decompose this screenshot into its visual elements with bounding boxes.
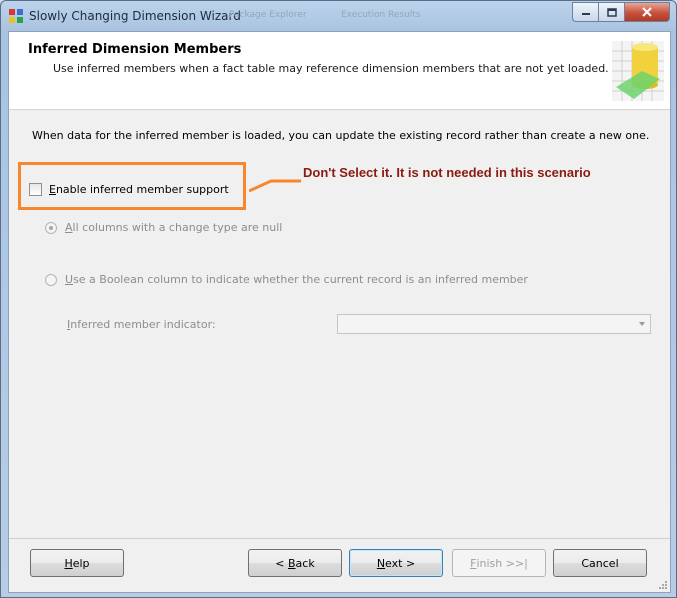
annotation-connector [249,179,301,193]
close-button[interactable] [624,2,670,22]
wizard-client: Inferred Dimension Members Use inferred … [8,31,671,593]
page-title: Inferred Dimension Members [28,42,242,57]
radio-all-columns-null-label: All columns with a change type are null [65,221,283,234]
inferred-indicator-dropdown[interactable] [337,314,651,334]
chevron-down-icon [639,322,645,326]
app-icon [9,9,23,23]
maximize-button[interactable] [598,2,624,22]
minimize-button[interactable] [572,2,598,22]
enable-inferred-checkbox[interactable] [29,183,42,196]
annotation-callout: Don't Select it. It is not needed in thi… [303,165,591,180]
maximize-icon [606,7,617,17]
back-button[interactable]: < Back [248,549,342,577]
enable-inferred-label[interactable]: Enable inferred member support [49,183,229,196]
radio-all-columns-null-button[interactable] [45,221,57,234]
wizard-header: Inferred Dimension Members Use inferred … [9,32,670,110]
radio-boolean-column-button[interactable] [45,273,57,286]
radio-all-columns-null[interactable]: All columns with a change type are null [45,221,282,234]
enable-inferred-checkbox-row[interactable]: Enable inferred member support [29,183,229,196]
radio-boolean-column-label: Use a Boolean column to indicate whether… [65,273,528,286]
page-subtitle: Use inferred members when a fact table m… [53,62,609,75]
radio-boolean-column[interactable]: Use a Boolean column to indicate whether… [45,273,528,286]
ghost-tab-execution-results: Execution Results [341,10,421,20]
footer-divider [9,538,670,539]
cancel-button[interactable]: Cancel [553,549,647,577]
wizard-graphic-icon [612,41,664,101]
title-bar[interactable]: Slowly Changing Dimension Wizard Package… [1,1,676,31]
description-text: When data for the inferred member is loa… [32,129,650,142]
wizard-window: Slowly Changing Dimension Wizard Package… [0,0,677,598]
ghost-tab-package-explorer: Package Explorer [229,10,307,20]
inferred-indicator-label: Inferred member indicator: [67,318,216,331]
next-button[interactable]: Next > [349,549,443,577]
finish-button[interactable]: Finish >>| [452,549,546,577]
window-title: Slowly Changing Dimension Wizard [29,9,241,23]
resize-grip-icon[interactable] [658,580,668,590]
close-icon [642,7,652,17]
help-button[interactable]: Help [30,549,124,577]
minimize-icon [581,13,590,15]
